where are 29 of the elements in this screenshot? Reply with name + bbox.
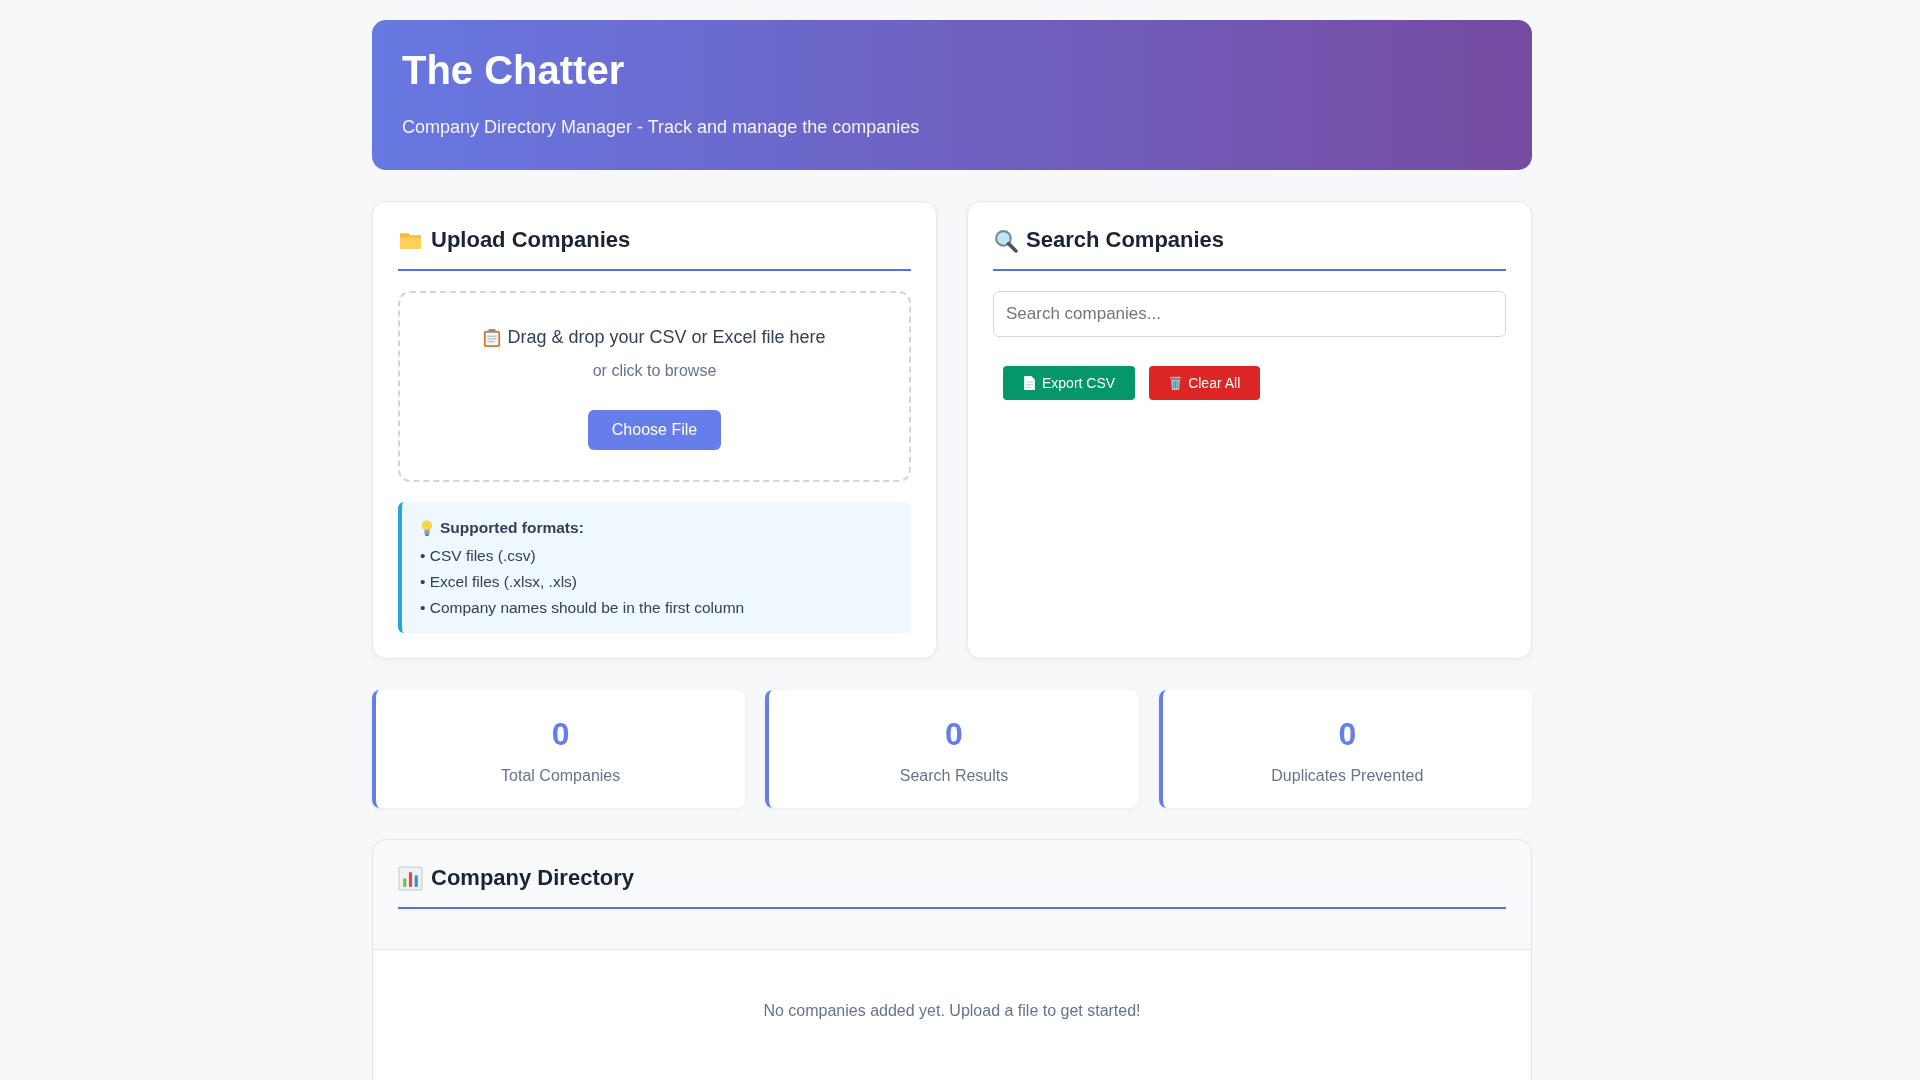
search-heading: Search Companies [1026,227,1225,253]
lightbulb-icon [420,519,434,537]
drop-zone[interactable]: Drag & drop your CSV or Excel file here or click to browse Choose File [398,291,911,482]
empty-state-message: No companies added yet. Upload a file to get started! [762,1002,1142,1020]
stat-label: Duplicates Prevented [1270,767,1425,785]
upload-heading: Upload Companies [431,227,631,253]
choose-file-button[interactable]: Choose File [587,410,722,450]
format-item: • Company names should be in the first column [420,598,746,618]
search-field[interactable]: Search companies... [993,291,1506,337]
directory-heading: Company Directory [431,865,634,891]
stat-label: Search Results [898,767,1010,785]
drop-instruction: Drag & drop your CSV or Excel file here [507,327,826,348]
browse-hint: or click to browse [592,362,717,380]
export-csv-button[interactable]: Export CSV [1003,366,1136,400]
clipboard-icon [483,327,502,348]
document-icon [1023,375,1036,391]
stat-value: 0 [550,716,571,753]
clear-all-button[interactable]: Clear All [1149,366,1261,400]
search-icon [993,227,1018,253]
app-title: The Chatter [402,48,626,93]
formats-heading: Supported formats: [440,519,584,537]
stat-value: 0 [944,716,964,753]
format-item: • Excel files (.xlsx, .xls) [420,572,578,592]
stat-label: Total Companies [500,767,622,785]
format-item: • CSV files (.csv) [420,546,537,566]
stat-value: 0 [1337,716,1358,753]
bar-chart-icon [398,865,423,891]
trash-icon [1169,375,1183,391]
app-subtitle: Company Directory Manager - Track and manage the companies [402,117,921,138]
